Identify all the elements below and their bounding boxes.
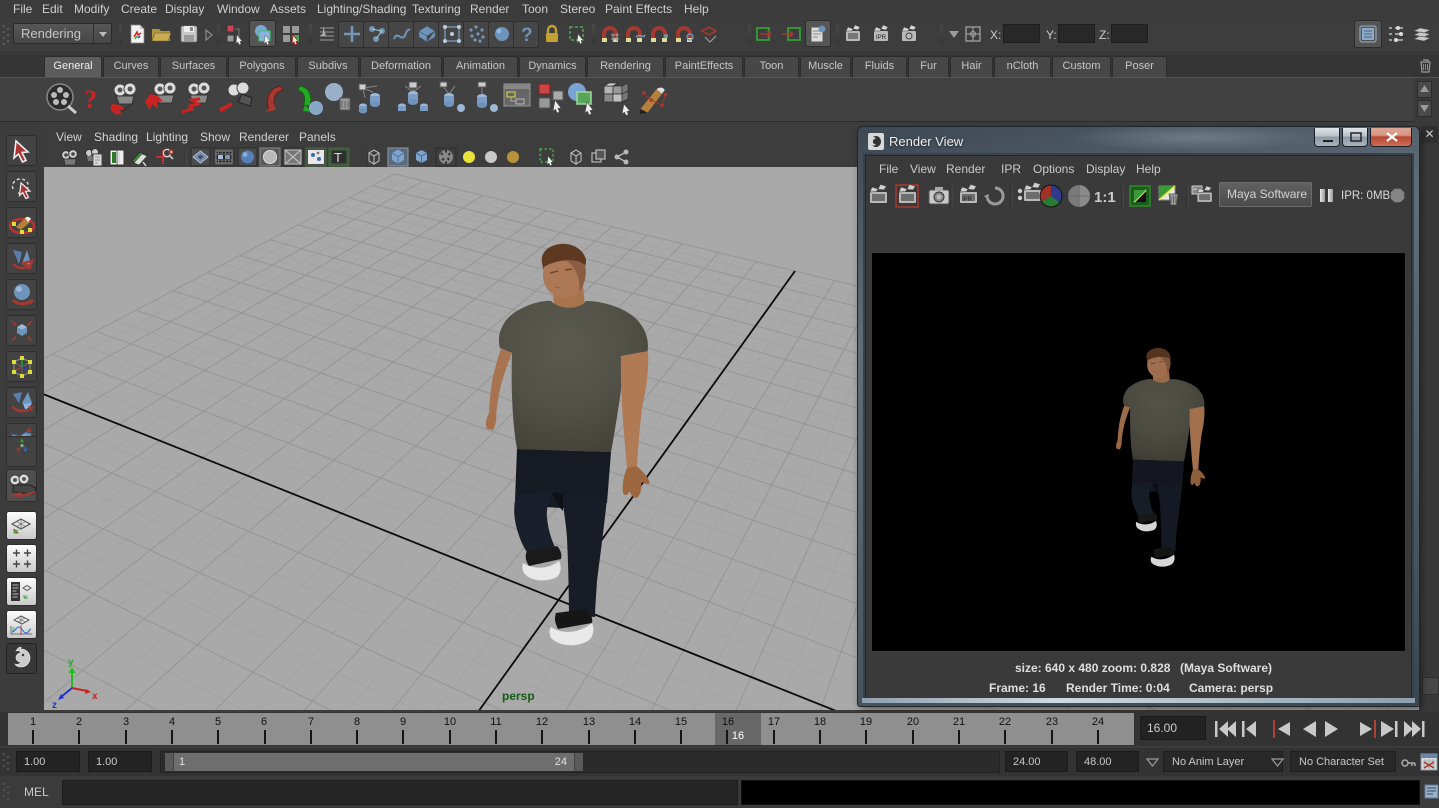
svg-text:IPR: IPR: [876, 35, 887, 41]
svg-text:“”: “”: [1193, 189, 1197, 195]
svg-text:?: ?: [84, 85, 97, 114]
svg-text:T: T: [334, 150, 342, 165]
svg-text:z: z: [52, 700, 57, 710]
svg-text:x: x: [92, 691, 98, 702]
svg-text:?: ?: [521, 25, 533, 45]
svg-text:IPR: IPR: [962, 197, 973, 203]
svg-text:persp: persp: [502, 689, 535, 703]
svg-text:1:1: 1:1: [1094, 189, 1116, 206]
svg-text:y: y: [68, 657, 74, 668]
